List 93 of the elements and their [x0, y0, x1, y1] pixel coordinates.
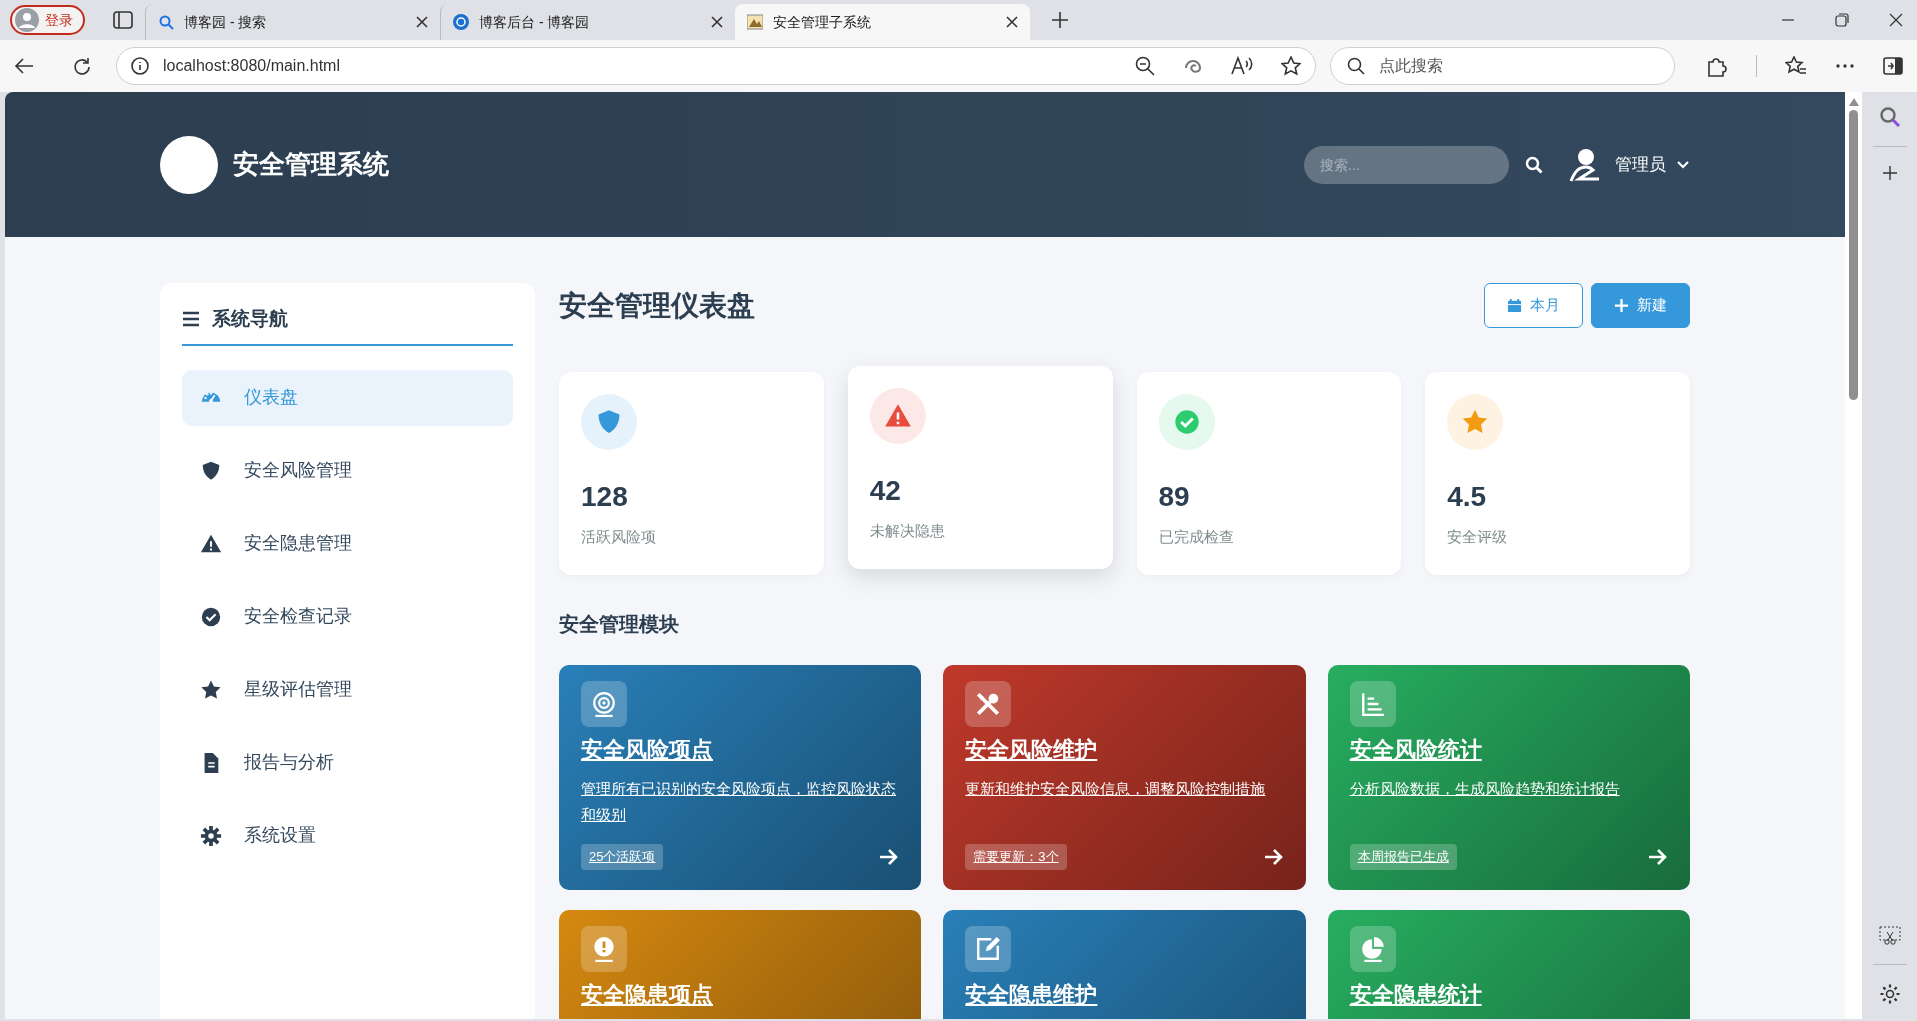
nav-item[interactable]: 安全隐患管理 — [182, 515, 513, 572]
star-icon — [200, 678, 222, 701]
search-icon — [1347, 57, 1365, 75]
stat-label: 已完成检查 — [1158, 527, 1235, 547]
month-button[interactable]: 本月 — [1484, 283, 1583, 328]
app-title: 安全管理系统 — [233, 148, 389, 181]
back-icon[interactable] — [14, 57, 34, 75]
module-title[interactable]: 安全隐患项点 — [581, 977, 900, 1011]
close-icon[interactable] — [711, 16, 723, 28]
check-circle-icon — [1172, 408, 1201, 436]
stat-label: 安全评级 — [1447, 527, 1509, 547]
image-favicon — [747, 14, 763, 30]
status-tag: 需要更新：3个 — [965, 844, 1067, 870]
calendar-icon — [1507, 298, 1522, 313]
check-circle-icon — [200, 605, 222, 628]
section-title: 安全管理模块 — [559, 611, 680, 637]
read-aloud-icon[interactable] — [1231, 56, 1253, 76]
close-icon[interactable] — [1006, 16, 1018, 28]
search-icon[interactable] — [1878, 106, 1901, 128]
info-icon — [131, 57, 149, 75]
exclamation-icon — [591, 935, 617, 962]
scroll-thumb[interactable] — [1849, 110, 1858, 400]
bar-chart-icon — [1359, 690, 1386, 717]
module-card[interactable]: 安全风险项点 管理所有已识别的安全风险项点，监控风险状态和级别 25个活跃项 — [559, 664, 922, 890]
scrollbar[interactable] — [1845, 92, 1862, 1019]
star-outline-icon[interactable] — [1281, 56, 1301, 76]
page-title: 安全管理仪表盘 — [559, 288, 755, 323]
profile-button[interactable]: 登录 — [10, 5, 85, 35]
stat-value: 4.5 — [1447, 480, 1488, 514]
module-card[interactable]: 安全风险维护 更新和维护安全风险信息，调整风险控制措施 需要更新：3个 — [943, 664, 1306, 890]
status-tag: 本周报告已生成 — [1349, 844, 1457, 870]
stat-value: 42 — [869, 474, 902, 508]
user-menu[interactable]: 管理员 — [1567, 146, 1690, 183]
pie-chart-icon — [1359, 935, 1386, 962]
stat-label: 活跃风险项 — [581, 527, 657, 547]
nav-item[interactable]: 安全风险管理 — [182, 442, 513, 499]
screenshot-icon[interactable] — [1878, 926, 1901, 946]
tab-actions-icon[interactable] — [113, 11, 133, 29]
module-card[interactable]: 安全隐患统计 — [1327, 909, 1690, 1019]
module-title[interactable]: 安全风险项点 — [581, 732, 900, 766]
warning-icon — [883, 402, 912, 430]
arrow-right-icon[interactable] — [1263, 847, 1284, 866]
module-card[interactable]: 安全风险统计 分析风险数据，生成风险趋势和统计报告 本周报告已生成 — [1327, 664, 1690, 890]
nav-item[interactable]: 仪表盘 — [182, 369, 513, 426]
target-icon — [591, 690, 617, 717]
avatar-icon — [15, 8, 39, 32]
more-icon[interactable] — [1835, 63, 1855, 69]
new-button[interactable]: 新建 — [1591, 283, 1690, 328]
stat-value: 89 — [1158, 480, 1191, 514]
module-card[interactable]: 安全隐患项点 — [559, 909, 922, 1019]
reload-icon[interactable] — [72, 56, 92, 77]
gear-icon — [200, 824, 222, 847]
module-title[interactable]: 安全隐患维护 — [965, 977, 1284, 1011]
module-card[interactable]: 安全隐患维护 — [943, 909, 1306, 1019]
stat-label: 未解决隐患 — [869, 521, 946, 541]
zoom-out-icon[interactable] — [1135, 56, 1155, 76]
module-description: 更新和维护安全风险信息，调整风险控制措施 — [965, 778, 1267, 799]
add-icon[interactable] — [1881, 165, 1898, 181]
plus-icon — [1614, 298, 1629, 313]
module-title[interactable]: 安全隐患统计 — [1349, 977, 1668, 1011]
edit-icon — [975, 935, 1002, 962]
menu-icon — [182, 311, 200, 328]
nav-item[interactable]: 星级评估管理 — [182, 661, 513, 718]
sidebar-title: 系统导航 — [212, 307, 288, 331]
module-title[interactable]: 安全风险维护 — [965, 732, 1284, 766]
sidebar-toggle-icon[interactable] — [1883, 57, 1903, 75]
favorites-icon[interactable] — [1785, 56, 1807, 76]
stat-value: 128 — [581, 480, 629, 514]
close-icon[interactable] — [1889, 13, 1903, 27]
module-description: 管理所有已识别的安全风险项点，监控风险状态和级别 — [581, 778, 897, 825]
module-title[interactable]: 安全风险统计 — [1349, 732, 1668, 766]
search-favicon — [158, 14, 174, 30]
status-tag: 25个活跃项 — [581, 844, 664, 870]
search-icon[interactable] — [1525, 156, 1543, 175]
shield-icon — [200, 459, 222, 482]
nav-item[interactable]: 报告与分析 — [182, 734, 513, 791]
chevron-down-icon — [1676, 159, 1690, 170]
search-field[interactable]: 点此搜索 — [1377, 53, 1658, 79]
search-box[interactable]: 点此搜索 — [1330, 47, 1675, 85]
puzzle-icon[interactable] — [1706, 55, 1728, 77]
scroll-up-icon[interactable] — [1848, 98, 1859, 106]
nav-item[interactable]: 安全检查记录 — [182, 588, 513, 645]
arrow-right-icon[interactable] — [879, 847, 900, 866]
logo-circle — [160, 135, 218, 194]
address-bar[interactable]: localhost:8080/main.html — [116, 47, 1316, 85]
restore-icon[interactable] — [1835, 13, 1849, 27]
new-tab-icon[interactable] — [1051, 11, 1069, 29]
browser-tab[interactable]: 安全管理子系统 — [735, 4, 1030, 40]
nav-item[interactable]: 系统设置 — [182, 807, 513, 864]
close-icon[interactable] — [416, 16, 428, 28]
site-favicon — [453, 14, 469, 30]
arrow-right-icon[interactable] — [1648, 847, 1668, 866]
module-description: 分析风险数据，生成风险趋势和统计报告 — [1349, 778, 1621, 799]
